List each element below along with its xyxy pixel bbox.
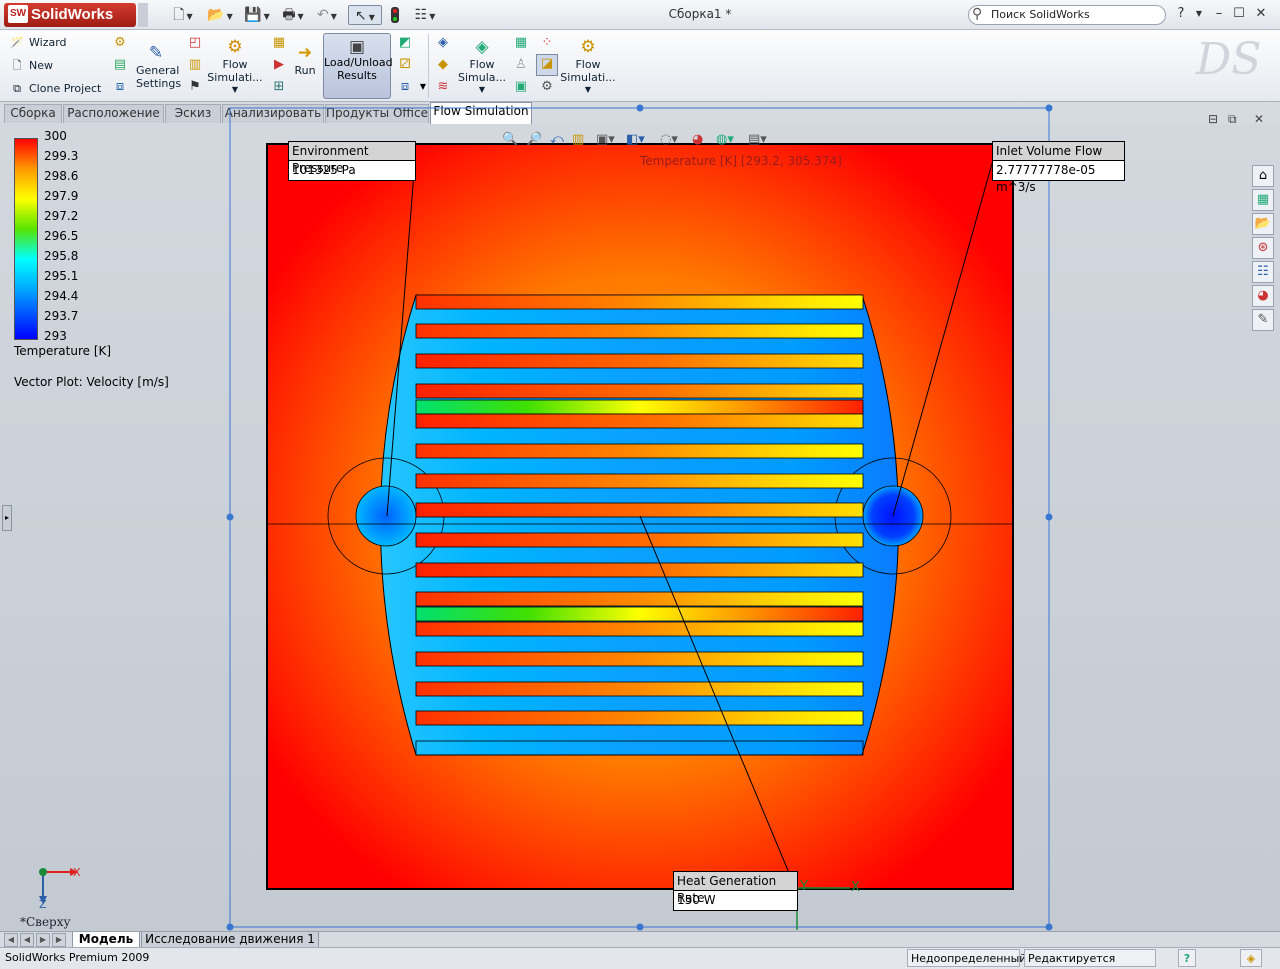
- section-view-icon[interactable]: ▥: [572, 131, 584, 149]
- vector-plot-title: Vector Plot: Velocity [m/s]: [14, 375, 169, 389]
- tab-prev-icon[interactable]: ◀: [20, 933, 34, 947]
- viewport-restore-icon[interactable]: ⧉: [1228, 112, 1237, 127]
- search-task-icon[interactable]: ⊛: [1252, 237, 1274, 259]
- callout-label: Heat Generation Rate: [674, 872, 797, 905]
- help-icon[interactable]: ?: [1178, 949, 1196, 967]
- triad-x-label: X: [73, 866, 81, 879]
- tab-last-icon[interactable]: ▶: [52, 933, 66, 947]
- legend-value: 299.3: [44, 149, 79, 163]
- tab-model[interactable]: Модель: [72, 932, 140, 948]
- editing-status: Редактируется Сборка: [1024, 949, 1156, 967]
- panel-expand-handle[interactable]: ▸: [2, 505, 12, 531]
- legend-value: 296.5: [44, 229, 79, 243]
- tab-motion-study-1[interactable]: Исследование движения 1: [141, 932, 319, 948]
- product-name: SolidWorks Premium 2009: [5, 951, 150, 964]
- legend-value: 295.8: [44, 249, 79, 263]
- callout-value: 2.77777778e-05 m^3/s: [996, 163, 1096, 194]
- legend-value: 293: [44, 329, 67, 343]
- triad-z-label: Z: [39, 898, 47, 911]
- file-explorer-icon[interactable]: 📂: [1252, 213, 1274, 235]
- view-palette-icon[interactable]: ☷: [1252, 261, 1274, 283]
- legend-title: Temperature [K]: [14, 344, 112, 358]
- apply-scene-icon[interactable]: ◍▾: [716, 131, 734, 149]
- view-settings-icon[interactable]: ▤▾: [748, 131, 767, 149]
- hide-show-items-icon[interactable]: ◌▾: [660, 131, 678, 149]
- previous-view-icon[interactable]: ⤺: [550, 131, 564, 149]
- bottom-tab-bar: ◀ ◀ ▶ ▶ Модель Исследование движения 1: [0, 931, 1280, 948]
- viewport-minimize-icon[interactable]: ⊟: [1208, 112, 1218, 126]
- tab-next-icon[interactable]: ▶: [36, 933, 50, 947]
- viewport-close-icon[interactable]: ✕: [1254, 112, 1264, 126]
- view-orientation-name: *Сверху: [20, 915, 71, 929]
- custom-properties-icon[interactable]: ✎: [1252, 309, 1274, 331]
- callout-value: 101325 Pa: [292, 163, 356, 177]
- svg-text:X: X: [851, 880, 860, 895]
- callout-value: 150 W: [677, 893, 716, 907]
- status-bar: SolidWorks Premium 2009 Недоопределенный…: [0, 947, 1280, 969]
- svg-text:Y: Y: [799, 879, 808, 894]
- legend-value: 298.6: [44, 169, 79, 183]
- callout-heat-generation-rate[interactable]: Heat Generation Rate 150 W: [673, 871, 798, 911]
- temperature-color-scale: [14, 138, 38, 340]
- definition-status: Недоопределенный: [907, 949, 1026, 967]
- appearances-icon[interactable]: ◕: [1252, 285, 1274, 307]
- display-style-icon[interactable]: ◧▾: [626, 131, 645, 149]
- zoom-to-area-icon[interactable]: 🔎: [526, 131, 542, 149]
- callout-inlet-volume-flow[interactable]: Inlet Volume Flow 2.77777778e-05 m^3/s: [992, 141, 1125, 194]
- design-library-icon[interactable]: ▦: [1252, 189, 1274, 211]
- zoom-to-fit-icon[interactable]: 🔍: [502, 131, 518, 149]
- legend-value: 297.2: [44, 209, 79, 223]
- inlet-opening: [355, 485, 417, 547]
- callout-label: Inlet Volume Flow: [993, 142, 1124, 161]
- legend-value: 295.1: [44, 269, 79, 283]
- view-orientation-icon[interactable]: ▣▾: [596, 131, 615, 149]
- solidworks-resources-icon[interactable]: ⌂: [1252, 165, 1274, 187]
- callout-environment-pressure[interactable]: Environment Pressure 101325 Pa: [288, 141, 416, 181]
- edit-appearance-icon[interactable]: ◕: [692, 131, 703, 149]
- legend-value: 300: [44, 129, 67, 143]
- legend-value: 293.7: [44, 309, 79, 323]
- legend-value: 297.9: [44, 189, 79, 203]
- legend-value: 294.4: [44, 289, 79, 303]
- callout-label: Environment Pressure: [289, 142, 415, 175]
- plot-range-label: Temperature [K] [293.2, 305.374]: [640, 154, 842, 168]
- notification-tag-icon[interactable]: ◈: [1240, 949, 1262, 967]
- tab-first-icon[interactable]: ◀: [4, 933, 18, 947]
